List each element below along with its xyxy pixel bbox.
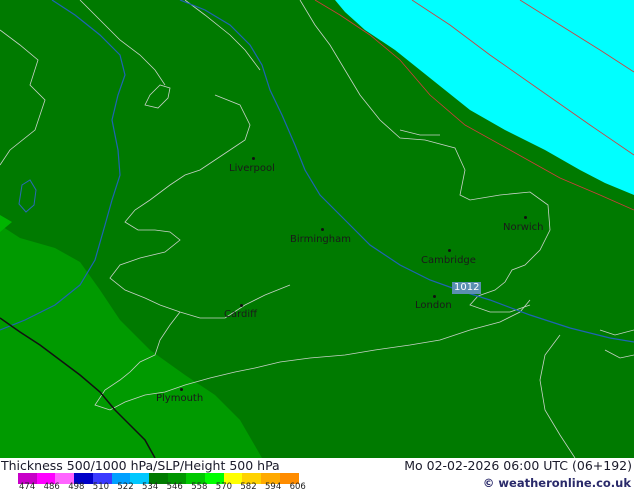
legend-tick-label: 546 [166,482,183,490]
weather-map-view: Liverpool Birmingham Norwich Cambridge L… [0,0,634,490]
legend-tick-label: 558 [191,482,208,490]
map-footer: Thickness 500/1000 hPa/SLP/Height 500 hP… [0,458,634,490]
city-label-liverpool: Liverpool [229,163,275,174]
legend-tick-label: 510 [92,482,110,490]
city-label-norwich: Norwich [503,222,544,233]
city-dot-cambridge [448,249,451,252]
legend-tick-label: 606 [289,482,306,490]
forecast-datetime: Mo 02-02-2026 06:00 UTC (06+192) [404,458,632,473]
chart-title: Thickness 500/1000 hPa/SLP/Height 500 hP… [1,458,280,473]
legend-tick-label: 474 [19,482,36,490]
legend-tick-label: 522 [117,482,134,490]
city-label-cardiff: Cardiff [224,309,258,320]
city-dot-london [433,295,436,298]
legend-tick-label: 498 [68,482,85,490]
site-credit[interactable]: © weatheronline.co.uk [483,476,631,490]
city-dot-plymouth [180,388,183,391]
isobar-label: 1012 [452,282,482,294]
legend-tick-label: 486 [43,482,60,490]
legend-tick-label: 570 [215,482,233,490]
city-dot-liverpool [252,157,255,160]
city-label-birmingham: Birmingham [290,234,351,245]
city-dot-birmingham [321,228,324,231]
city-label-london: London [415,300,452,311]
legend-tick-label: 582 [240,482,257,490]
city-label-plymouth: Plymouth [156,393,204,404]
city-label-cambridge: Cambridge [421,255,476,266]
city-dot-norwich [524,216,527,219]
legend-tick-label: 534 [142,482,159,490]
city-dot-cardiff [240,304,243,307]
legend-tick-label: 594 [265,482,282,490]
